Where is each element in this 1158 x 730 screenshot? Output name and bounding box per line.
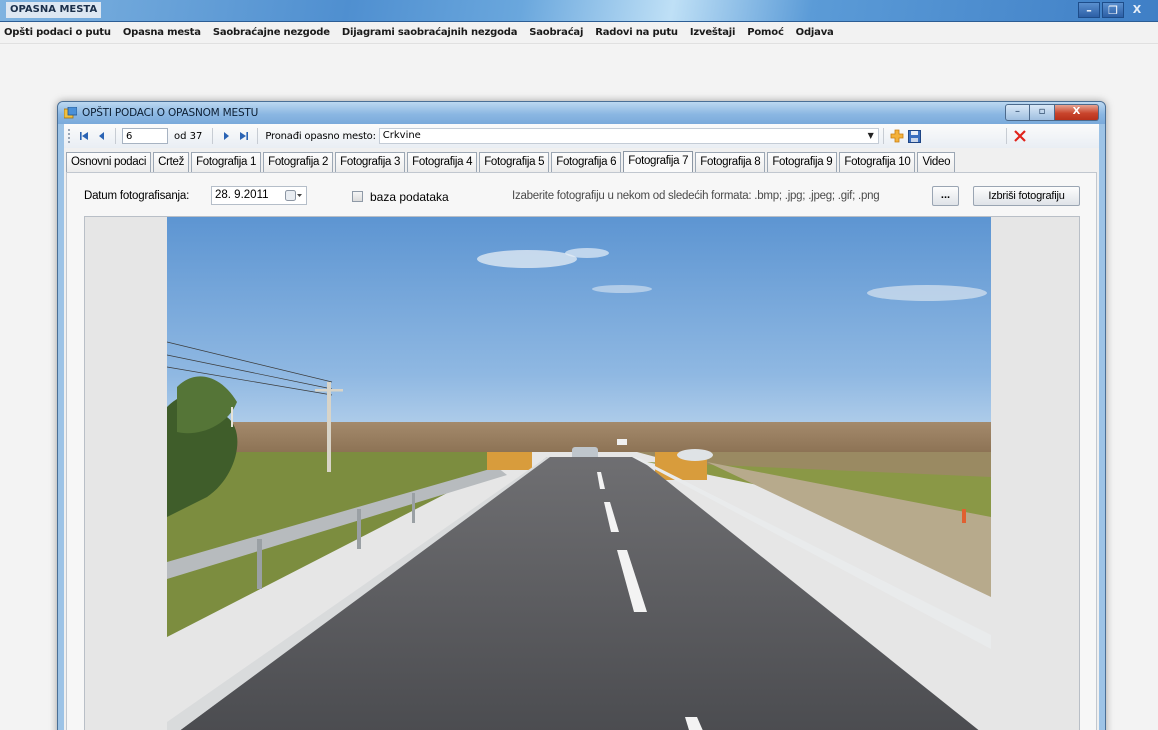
menu-item-opasna-mesta[interactable]: Opasna mesta bbox=[117, 27, 207, 38]
road-photo bbox=[167, 217, 991, 730]
tab-fotografija-5[interactable]: Fotografija 5 bbox=[479, 152, 550, 172]
photo-date-value: 28. 9.2011 bbox=[215, 189, 269, 201]
find-place-value: Crkvine bbox=[382, 130, 421, 141]
tab-fotografija-9[interactable]: Fotografija 9 bbox=[767, 152, 838, 172]
tab-fotografija-1[interactable]: Fotografija 1 bbox=[191, 152, 262, 172]
format-hint: Izaberite fotografiju u nekom od sledeći… bbox=[512, 190, 880, 202]
add-record-icon[interactable] bbox=[888, 127, 906, 145]
tab-osnovni-podaci[interactable]: Osnovni podaci bbox=[66, 152, 152, 172]
browse-photo-button[interactable]: ... bbox=[932, 186, 959, 206]
record-count: od 37 bbox=[174, 130, 203, 142]
app-title: OPASNA MESTA bbox=[6, 2, 102, 18]
menu-item-izvestaji[interactable]: Izveštaji bbox=[684, 27, 741, 38]
menu-item-saobracajne-nezgode[interactable]: Saobraćajne nezgode bbox=[207, 27, 336, 38]
database-checkbox-label: baza podataka bbox=[370, 190, 449, 204]
tab-fotografija-10[interactable]: Fotografija 10 bbox=[839, 152, 916, 172]
previous-record-icon[interactable] bbox=[93, 127, 111, 145]
toolbar-separator bbox=[115, 128, 116, 144]
child-window-body: od 37 Pronađi opasno mesto: Crkvine ▼ bbox=[64, 124, 1099, 730]
child-window-controls: – ▫ X bbox=[1005, 104, 1099, 121]
toolbar-separator bbox=[882, 128, 884, 144]
delete-record-icon[interactable] bbox=[1011, 127, 1029, 145]
photo-date-label: Datum fotografisanja: bbox=[84, 190, 190, 202]
tab-fotografija-8[interactable]: Fotografija 8 bbox=[695, 152, 766, 172]
toolbar-grip[interactable] bbox=[68, 129, 72, 143]
app-close-button[interactable]: X bbox=[1126, 2, 1148, 18]
child-close-button[interactable]: X bbox=[1055, 104, 1099, 121]
child-titlebar: OPŠTI PODACI O OPASNOM MESTU – ▫ X bbox=[58, 102, 1105, 124]
chevron-down-icon[interactable]: ▼ bbox=[868, 129, 874, 143]
tab-fotografija-4[interactable]: Fotografija 4 bbox=[407, 152, 478, 172]
toolbar-separator bbox=[1005, 128, 1007, 144]
app-titlebar: OPASNA MESTA – ❐ X bbox=[0, 0, 1158, 22]
photo-date-picker[interactable]: 28. 9.2011 bbox=[211, 186, 307, 205]
database-checkbox[interactable] bbox=[352, 191, 363, 202]
menu-item-radovi-na-putu[interactable]: Radovi na putu bbox=[589, 27, 684, 38]
tab-fotografija-7[interactable]: Fotografija 7 bbox=[623, 151, 694, 173]
tab-strip: Osnovni podaci Crtež Fotografija 1 Fotog… bbox=[64, 150, 1099, 173]
app-maximize-button[interactable]: ❐ bbox=[1102, 2, 1124, 18]
tab-fotografija-6[interactable]: Fotografija 6 bbox=[551, 152, 622, 172]
child-maximize-button[interactable]: ▫ bbox=[1030, 104, 1055, 121]
last-record-icon[interactable] bbox=[235, 127, 253, 145]
first-record-icon[interactable] bbox=[75, 127, 93, 145]
delete-photo-button[interactable]: Izbriši fotografiju bbox=[973, 186, 1080, 206]
tab-crtez[interactable]: Crtež bbox=[153, 152, 190, 172]
app-minimize-button[interactable]: – bbox=[1078, 2, 1100, 18]
toolbar-separator bbox=[212, 128, 214, 144]
app-window-controls: – ❐ X bbox=[1078, 2, 1148, 18]
photo-tab-page: Datum fotografisanja: 28. 9.2011 baza po… bbox=[66, 172, 1097, 730]
calendar-icon[interactable] bbox=[285, 189, 303, 202]
menu-item-saobracaj[interactable]: Saobraćaj bbox=[523, 27, 589, 38]
save-icon[interactable] bbox=[906, 127, 924, 145]
next-record-icon[interactable] bbox=[217, 127, 235, 145]
mdi-workspace: OPŠTI PODACI O OPASNOM MESTU – ▫ X od 37 bbox=[0, 45, 1158, 730]
record-navigator-toolbar: od 37 Pronađi opasno mesto: Crkvine ▼ bbox=[64, 124, 1099, 148]
menu-bar: Opšti podaci o putu Opasna mesta Saobrać… bbox=[0, 22, 1158, 44]
menu-item-odjava[interactable]: Odjava bbox=[790, 27, 840, 38]
find-place-label: Pronađi opasno mesto: bbox=[265, 130, 376, 142]
dangerous-place-window: OPŠTI PODACI O OPASNOM MESTU – ▫ X od 37 bbox=[57, 101, 1106, 730]
menu-item-pomoc[interactable]: Pomoć bbox=[741, 27, 789, 38]
find-place-combobox[interactable]: Crkvine ▼ bbox=[378, 128, 879, 144]
tab-fotografija-3[interactable]: Fotografija 3 bbox=[335, 152, 406, 172]
form-icon bbox=[64, 107, 77, 119]
child-window-title: OPŠTI PODACI O OPASNOM MESTU bbox=[82, 107, 259, 119]
menu-item-dijagrami[interactable]: Dijagrami saobraćajnih nezgoda bbox=[336, 27, 523, 38]
child-minimize-button[interactable]: – bbox=[1005, 104, 1030, 121]
tab-video[interactable]: Video bbox=[917, 152, 956, 172]
tab-fotografija-2[interactable]: Fotografija 2 bbox=[263, 152, 334, 172]
toolbar-separator bbox=[257, 128, 259, 144]
photo-frame bbox=[84, 216, 1080, 730]
menu-item-opsti-podaci-o-putu[interactable]: Opšti podaci o putu bbox=[0, 27, 117, 38]
current-record-input[interactable] bbox=[122, 128, 168, 144]
